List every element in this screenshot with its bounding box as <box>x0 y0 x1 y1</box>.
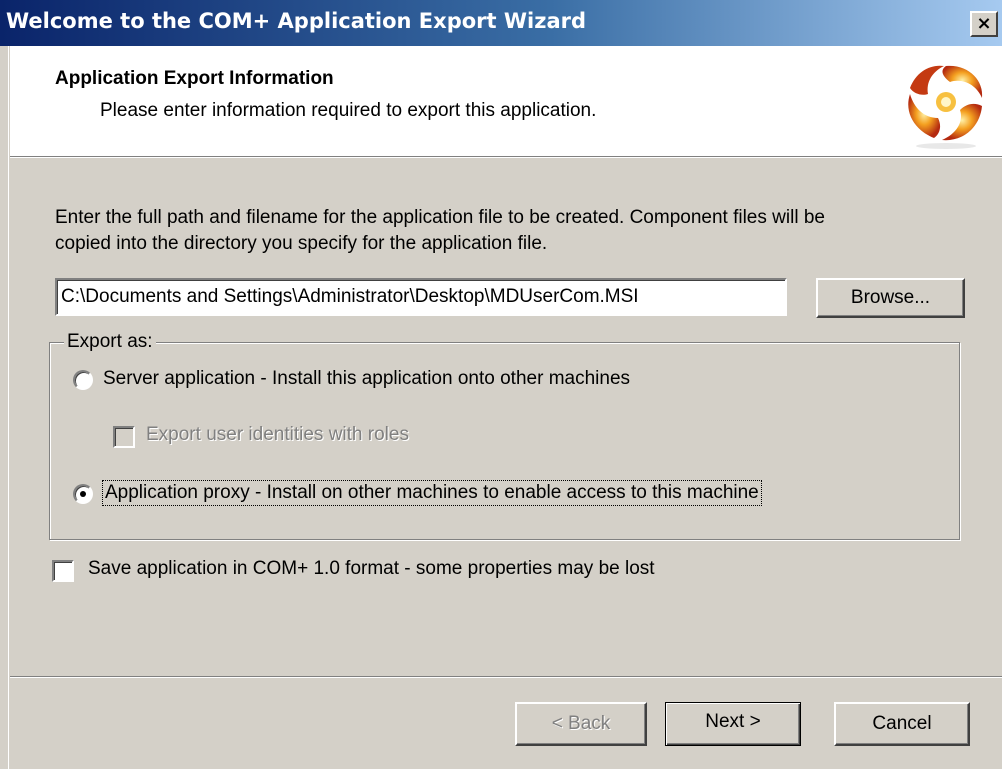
window-left-edge-highlight <box>8 46 9 769</box>
export-as-label: Export as: <box>64 331 156 353</box>
application-proxy-radio[interactable] <box>73 484 93 504</box>
back-button: < Back <box>515 702 647 746</box>
close-button[interactable]: × <box>970 11 998 37</box>
com10-format-label[interactable]: Save application in COM+ 1.0 format - so… <box>88 558 655 580</box>
server-application-radio[interactable] <box>73 370 93 390</box>
instructions-text: Enter the full path and filename for the… <box>55 205 955 257</box>
wizard-window: Welcome to the COM+ Application Export W… <box>0 0 1002 769</box>
export-identities-checkbox <box>113 426 135 448</box>
next-button[interactable]: Next > <box>665 702 801 746</box>
application-proxy-label[interactable]: Application proxy - Install on other mac… <box>102 480 762 506</box>
header-divider <box>10 156 1002 158</box>
instructions-line-1: Enter the full path and filename for the… <box>55 207 825 228</box>
server-application-label[interactable]: Server application - Install this applic… <box>103 368 630 390</box>
export-identities-label: Export user identities with roles <box>146 424 409 445</box>
com10-format-checkbox[interactable] <box>52 560 74 582</box>
header-subtitle: Please enter information required to exp… <box>100 100 597 121</box>
header-title: Application Export Information <box>55 68 334 89</box>
footer-divider <box>10 676 1002 678</box>
browse-button[interactable]: Browse... <box>816 278 965 318</box>
close-icon: × <box>976 13 992 34</box>
instructions-line-2: copied into the directory you specify fo… <box>55 233 548 254</box>
export-path-input[interactable] <box>55 278 787 316</box>
radio-selected-dot <box>80 491 86 497</box>
cancel-button[interactable]: Cancel <box>834 702 970 746</box>
title-bar[interactable]: Welcome to the COM+ Application Export W… <box>0 0 1002 46</box>
window-title: Welcome to the COM+ Application Export W… <box>6 9 587 33</box>
com-plus-swirl-icon <box>908 65 983 149</box>
